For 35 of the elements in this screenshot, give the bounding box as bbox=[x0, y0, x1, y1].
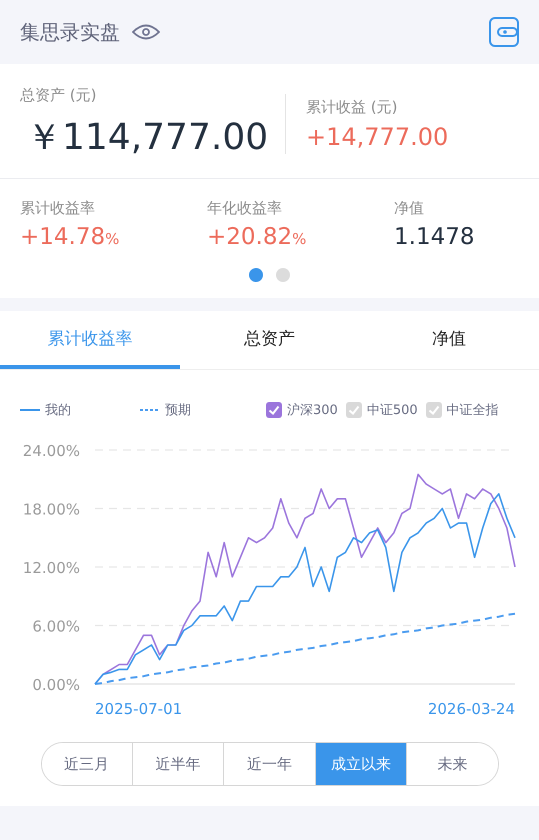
x-tick-label: 2025-07-01 bbox=[95, 700, 182, 718]
y-tick-label: 18.00% bbox=[22, 500, 80, 518]
legend-label: 我的 bbox=[45, 402, 71, 419]
period-button[interactable]: 成立以来 bbox=[316, 743, 408, 785]
stat-value: +20.82% bbox=[207, 224, 308, 250]
stat-value: 1.1478 bbox=[394, 224, 476, 250]
total-assets-label: 总资产 (元) bbox=[20, 86, 98, 105]
page-title: 集思录实盘 bbox=[20, 18, 120, 46]
stat-label: 年化收益率 bbox=[207, 199, 283, 218]
y-tick-label: 6.00% bbox=[32, 618, 80, 636]
page-dot[interactable] bbox=[276, 268, 290, 282]
stat-label: 净值 bbox=[394, 199, 425, 218]
period-button[interactable]: 近三月 bbox=[42, 743, 133, 785]
y-tick-label: 0.00% bbox=[32, 676, 80, 694]
total-assets-value: ￥114,777.00 bbox=[26, 116, 270, 160]
checkbox[interactable] bbox=[426, 402, 442, 418]
legend-label: 预期 bbox=[165, 402, 191, 419]
y-tick-label: 12.00% bbox=[22, 559, 80, 577]
profit-value: +14,777.00 bbox=[306, 122, 448, 150]
legend-label: 沪深300 bbox=[287, 402, 338, 419]
page-dot[interactable] bbox=[249, 268, 263, 282]
checkbox[interactable] bbox=[346, 402, 362, 418]
wallet-icon[interactable] bbox=[489, 17, 519, 47]
checkbox[interactable] bbox=[266, 402, 282, 418]
legend-label: 中证500 bbox=[366, 402, 418, 419]
tab[interactable]: 累计收益率 bbox=[0, 311, 180, 369]
x-tick-label: 2026-03-24 bbox=[428, 700, 515, 718]
legend-label: 中证全指 bbox=[446, 402, 499, 419]
y-tick-label: 24.00% bbox=[22, 442, 80, 460]
stat-label: 累计收益率 bbox=[20, 199, 96, 218]
tab[interactable]: 总资产 bbox=[180, 311, 360, 369]
eye-icon[interactable] bbox=[132, 23, 160, 41]
tab[interactable]: 净值 bbox=[359, 311, 539, 369]
profit-label: 累计收益 (元) bbox=[306, 98, 398, 116]
stat-value: +14.78% bbox=[20, 224, 120, 250]
